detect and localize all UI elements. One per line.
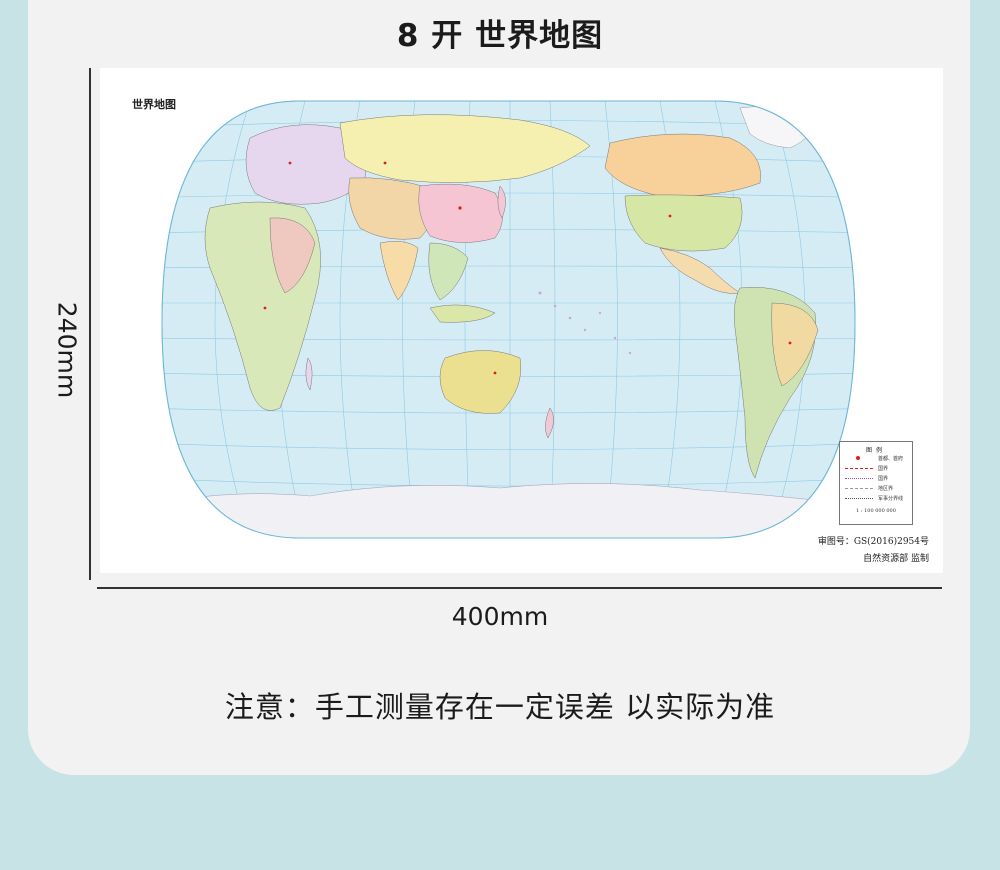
capital-marker-icon — [856, 456, 860, 460]
military-line-icon — [845, 498, 873, 499]
world-map-illustration — [161, 100, 856, 539]
map-title: 世界地图 — [132, 98, 176, 111]
border-line-icon — [845, 468, 873, 469]
legend-title: 图例 — [865, 447, 886, 454]
height-dimension-label: 240mm — [52, 301, 82, 399]
measurement-note: 注意：手工测量存在一定误差 以实际为准 — [224, 690, 776, 724]
legend-item-border-defined: 国界 — [840, 464, 912, 474]
approval-number: 审图号：GS(2016)2954号 — [817, 537, 929, 547]
legend-item-military-line: 军事分界线 — [840, 494, 912, 504]
undefined-border-icon — [845, 478, 873, 479]
width-dimension-label: 400mm — [451, 602, 549, 631]
china — [418, 183, 503, 243]
height-dimension-line — [89, 68, 91, 580]
region-border-icon — [845, 488, 873, 489]
legend-scale: 1 : 100 000 000 — [856, 508, 896, 514]
legend-item-region-border: 地区界 — [840, 484, 912, 494]
width-dimension-line — [97, 587, 942, 589]
legend-item-capital: 首都、首府 — [840, 454, 912, 464]
map-legend: 图例 首都、首府 国界 国界 地区界 军事分界线 1 : 100 000 000 — [839, 441, 913, 525]
world-map-poster: 世界地图 图例 首都、首府 国界 国界 地区界 军事分界线 1 : 100 00… — [100, 68, 943, 573]
legend-item-border-undefined: 国界 — [840, 474, 912, 484]
map-publisher: 自然资源部 监制 — [863, 554, 929, 564]
page-title: 8 开 世界地图 — [396, 18, 604, 54]
